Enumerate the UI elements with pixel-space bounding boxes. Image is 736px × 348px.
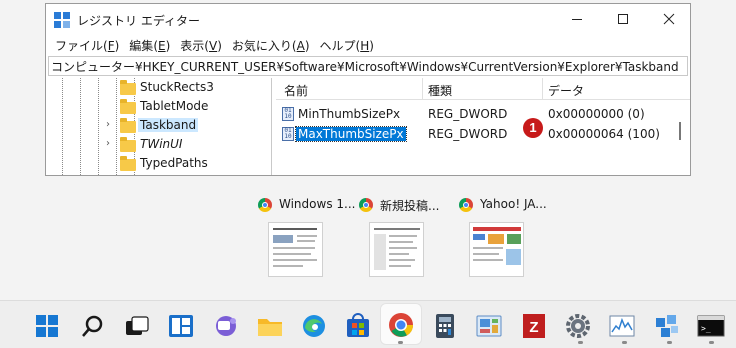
teams-chat-icon[interactable] xyxy=(211,312,239,340)
svg-text:Z: Z xyxy=(529,319,538,336)
value-row-maxthumbsizepx[interactable]: 01 10 MaxThumbSizePx REG_DWORD 0x00000064… xyxy=(276,124,676,144)
terminal-icon[interactable]: >_ xyxy=(697,312,725,340)
thumbnail-title: Windows 1... xyxy=(279,197,356,211)
key-tree[interactable]: StuckRects3 TabletMode › Taskband › TWin… xyxy=(46,78,272,175)
value-name: MinThumbSizePx xyxy=(298,107,401,121)
column-header-name[interactable]: 名前 xyxy=(284,82,308,99)
svg-text:>_: >_ xyxy=(701,324,711,333)
minimize-icon xyxy=(572,18,582,20)
chrome-icon xyxy=(258,198,272,212)
widgets-icon[interactable] xyxy=(167,312,195,340)
tree-item-label: Taskband xyxy=(138,118,199,132)
thumbnail-title: Yahoo! JA... xyxy=(480,197,547,211)
chrome-icon xyxy=(459,198,473,212)
tree-item-label: StuckRects3 xyxy=(140,80,214,94)
thumbnail-preview[interactable] xyxy=(268,222,323,277)
dword-value-icon: 01 10 xyxy=(282,127,294,141)
scrollbar-thumb[interactable] xyxy=(679,122,681,140)
control-panel-icon[interactable] xyxy=(475,312,503,340)
chevron-right-icon[interactable]: › xyxy=(106,119,110,130)
thumbnail-preview[interactable] xyxy=(469,222,524,277)
calculator-icon[interactable] xyxy=(431,312,459,340)
value-data: 0x00000000 (0) xyxy=(548,107,645,121)
start-icon[interactable] xyxy=(33,312,61,340)
folder-icon xyxy=(120,118,136,133)
thumbnail-title: 新規投稿... xyxy=(380,199,440,213)
folder-icon xyxy=(120,137,136,152)
address-path: コンピューター¥HKEY_CURRENT_USER¥Software¥Micro… xyxy=(51,59,679,74)
values-list[interactable]: 名前 種類 データ 01 10 MinThumbSizePx REG_DWORD … xyxy=(276,78,690,175)
address-bar[interactable]: コンピューター¥HKEY_CURRENT_USER¥Software¥Micro… xyxy=(48,56,688,76)
menu-view[interactable]: 表示(V) xyxy=(175,37,227,54)
running-indicator xyxy=(578,341,583,344)
menu-bar: ファイル(F) 編集(E) 表示(V) お気に入り(A) ヘルプ(H) xyxy=(46,34,690,56)
filezilla-icon[interactable]: Z xyxy=(520,312,548,340)
settings-icon[interactable] xyxy=(564,312,592,340)
tree-item-label: TabletMode xyxy=(140,99,209,113)
close-button[interactable] xyxy=(646,4,690,34)
value-type: REG_DWORD xyxy=(428,107,508,121)
menu-file[interactable]: ファイル(F) xyxy=(50,37,124,54)
running-indicator xyxy=(622,341,627,344)
title-bar[interactable]: レジストリ エディター xyxy=(46,4,690,34)
performance-monitor-icon[interactable] xyxy=(608,312,636,340)
chevron-right-icon[interactable]: › xyxy=(106,138,110,149)
registry-editor-window: レジストリ エディター ファイル(F) 編集(E) 表示(V) お気に入り(A)… xyxy=(45,3,691,176)
task-view-icon[interactable] xyxy=(123,312,151,340)
maximize-icon xyxy=(618,14,628,24)
dword-value-icon: 01 10 xyxy=(282,107,294,121)
running-indicator xyxy=(709,341,714,344)
chrome-icon xyxy=(359,198,373,212)
close-icon xyxy=(663,13,675,25)
list-header: 名前 種類 データ xyxy=(276,78,690,100)
menu-favorites[interactable]: お気に入り(A) xyxy=(227,37,315,54)
chrome-icon[interactable] xyxy=(387,311,415,339)
menu-edit[interactable]: 編集(E) xyxy=(124,37,175,54)
search-icon[interactable] xyxy=(79,312,107,340)
value-row-minthumbsizepx[interactable]: 01 10 MinThumbSizePx REG_DWORD 0x00000000… xyxy=(276,104,676,124)
running-indicator xyxy=(667,341,672,344)
tree-item-label: TWinUI xyxy=(140,137,183,151)
store-icon[interactable] xyxy=(344,312,372,340)
edge-icon[interactable] xyxy=(300,312,328,340)
menu-help[interactable]: ヘルプ(H) xyxy=(315,37,379,54)
thumbnail-preview[interactable] xyxy=(369,222,424,277)
step-badge: 1 xyxy=(523,118,543,138)
window-title: レジストリ エディター xyxy=(77,14,200,28)
minimize-button[interactable] xyxy=(554,4,600,34)
folder-icon xyxy=(120,156,136,171)
registry-editor-icon xyxy=(54,12,70,28)
running-indicator xyxy=(398,341,403,344)
tree-item-label: TypedPaths xyxy=(140,156,208,170)
value-type: REG_DWORD xyxy=(428,127,508,141)
column-header-type[interactable]: 種類 xyxy=(428,82,452,99)
column-header-data[interactable]: データ xyxy=(548,82,584,99)
value-data: 0x00000064 (100) xyxy=(548,127,660,141)
registry-editor-icon[interactable] xyxy=(653,312,681,340)
folder-icon xyxy=(120,99,136,114)
folder-icon xyxy=(120,80,136,95)
file-explorer-icon[interactable] xyxy=(256,312,284,340)
value-name: MaxThumbSizePx xyxy=(295,126,407,142)
maximize-button[interactable] xyxy=(600,4,646,34)
